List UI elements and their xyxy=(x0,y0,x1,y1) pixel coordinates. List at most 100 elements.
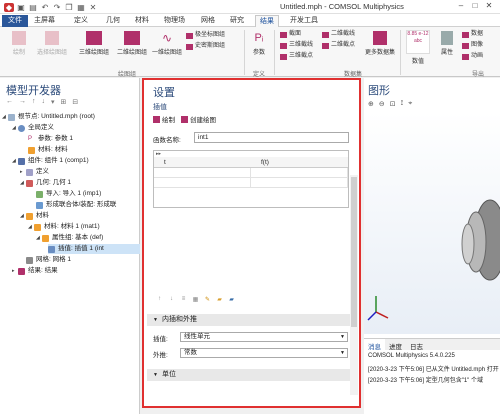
draw-button[interactable]: 绘制 xyxy=(6,31,32,56)
tab-study[interactable]: 研究 xyxy=(226,15,248,27)
forward-icon[interactable]: → xyxy=(19,98,26,108)
tree-node-material-1[interactable]: ◢ 材料: 材料 1 (mat1) xyxy=(28,222,100,232)
tree-node-root[interactable]: ◢ 根节点: Untitled.mph (root) xyxy=(2,112,95,122)
zoom-out-icon[interactable]: ⊖ xyxy=(379,100,385,108)
messages-tab-bar: 消息 进度 日志 xyxy=(364,338,500,351)
export-data-button[interactable]: 数据 xyxy=(462,30,483,39)
tab-developer[interactable]: 开发工具 xyxy=(286,15,322,27)
move-down-icon[interactable]: ↓ xyxy=(167,296,176,304)
smith-plot-group-button[interactable]: 史密斯图组 xyxy=(186,42,225,51)
select-plot-group-button[interactable]: 选择绘图组 xyxy=(34,31,70,56)
cut-point-2d-button[interactable]: 二维截点 xyxy=(322,41,355,50)
save-file-icon[interactable]: ▰ xyxy=(227,296,236,304)
export-image-button[interactable]: 图像 xyxy=(462,41,483,50)
export-animation-button[interactable]: 动画 xyxy=(462,52,483,61)
delete-row-icon[interactable]: ≡ xyxy=(179,296,188,304)
tree-node-property-group[interactable]: ◢ 属性组: 基本 (def) xyxy=(36,233,103,243)
delete-icon[interactable]: ✕ xyxy=(88,3,98,12)
tree-node-mesh[interactable]: 网格: 网格 1 xyxy=(20,255,71,265)
material-icon xyxy=(28,146,35,154)
collapse-all-icon[interactable]: ⊟ xyxy=(72,98,78,108)
zoom-extents-icon[interactable]: ⊡ xyxy=(390,100,396,108)
minimize-icon[interactable]: – xyxy=(454,1,468,10)
tree-node-parameters[interactable]: P 参数: 参数 1 xyxy=(28,134,73,144)
tab-results[interactable]: 结果 xyxy=(255,15,279,27)
scrollbar-thumb[interactable] xyxy=(351,177,357,327)
polar-plot-group-button[interactable]: 极坐标图组 xyxy=(186,31,225,40)
maximize-icon[interactable]: □ xyxy=(468,1,482,10)
parameters-button[interactable]: Pᵢ 参数 xyxy=(248,31,270,56)
divider xyxy=(244,30,245,75)
ribbon: 绘制 选择绘图组 三维绘图组 二维绘图组 ∿ 一维绘图组 极坐标图组 史密斯图组… xyxy=(0,27,500,78)
mesh-icon xyxy=(26,256,33,264)
tab-messages[interactable]: 消息 xyxy=(364,339,385,351)
graphics-canvas[interactable] xyxy=(364,112,500,334)
select-icon[interactable]: ⌖ xyxy=(408,100,412,108)
plot-button[interactable]: 绘制 xyxy=(153,114,175,124)
tree-node-form-union[interactable]: 形成联合体/装配: 形成联 xyxy=(36,200,116,210)
tab-geometry[interactable]: 几何 xyxy=(102,15,124,27)
tab-materials[interactable]: 材料 xyxy=(131,15,153,27)
interpolation-select[interactable]: 线性单元 ▼ xyxy=(180,332,348,342)
plot2d-group-button[interactable]: 二维绘图组 xyxy=(114,31,150,56)
table-header: t f(t) xyxy=(154,157,348,168)
app-icon: ◆ xyxy=(4,2,14,12)
interpolation-table[interactable]: ▸▸ t f(t) xyxy=(153,150,349,208)
close-icon[interactable]: ✕ xyxy=(482,1,496,10)
table-row[interactable] xyxy=(154,178,348,188)
clear-table-icon[interactable]: ▦ xyxy=(191,296,200,304)
move-up-icon[interactable]: ↑ xyxy=(155,296,164,304)
tab-log[interactable]: 日志 xyxy=(406,339,427,351)
cut-line-3d-button[interactable]: 三维截线 xyxy=(280,41,313,50)
plot1d-group-button[interactable]: ∿ 一维绘图组 xyxy=(150,31,184,56)
tab-definitions[interactable]: 定义 xyxy=(70,15,92,27)
section-units[interactable]: ▼ 单位 xyxy=(147,369,352,381)
tree-node-component[interactable]: ◢ 组件: 组件 1 (comp1) xyxy=(12,156,89,166)
save-icon[interactable]: ▤ xyxy=(28,3,38,12)
plot3d-group-button[interactable]: 三维绘图组 xyxy=(76,31,112,56)
settings-scrollbar[interactable] xyxy=(350,175,358,395)
cut-plane-button[interactable]: 截面 xyxy=(280,30,301,39)
create-plot-button[interactable]: 创建绘图 xyxy=(181,114,216,124)
open-icon[interactable]: ▣ xyxy=(16,3,26,12)
chevron-down-icon: ▼ xyxy=(340,350,345,356)
table-row[interactable] xyxy=(154,168,348,178)
redo-icon[interactable]: ↷ xyxy=(52,3,62,12)
extrapolation-select[interactable]: 常数 ▼ xyxy=(180,348,348,358)
tree-node-materials-global[interactable]: 材料: 材料 xyxy=(28,145,68,155)
tab-progress[interactable]: 进度 xyxy=(385,339,406,351)
properties-button[interactable]: 属性 xyxy=(436,31,458,56)
cut-point-3d-button[interactable]: 三维截点 xyxy=(280,52,313,61)
quick-access-toolbar: ◆ ▣ ▤ ↶ ↷ ❐ ▦ ✕ xyxy=(4,2,100,12)
tree-node-interpolation[interactable]: 插值: 插值 1 (int xyxy=(48,244,140,254)
back-icon[interactable]: ← xyxy=(6,98,13,108)
tab-physics[interactable]: 物理场 xyxy=(160,15,189,27)
cut-line-2d-button[interactable]: 二维截线 xyxy=(322,30,355,39)
expand-table-icon[interactable]: ▸▸ xyxy=(156,151,161,157)
numeric-button[interactable]: 8.85 e-12 abc 数值 xyxy=(404,30,432,65)
more-datasets-button[interactable]: 更多数据集 xyxy=(362,31,398,56)
load-file-icon[interactable]: ▰ xyxy=(215,296,224,304)
tree-node-geometry[interactable]: ◢ 几何: 几何 1 xyxy=(20,178,71,188)
tab-home[interactable]: 主屏幕 xyxy=(30,15,59,27)
down-icon[interactable]: ↓ xyxy=(42,98,46,108)
zoom-in-icon[interactable]: ⊕ xyxy=(368,100,374,108)
up-icon[interactable]: ↑ xyxy=(32,98,36,108)
brush-icon[interactable]: ✎ xyxy=(203,296,212,304)
undo-icon[interactable]: ↶ xyxy=(40,3,50,12)
expand-all-icon[interactable]: ⊞ xyxy=(61,98,67,108)
paste-icon[interactable]: ▦ xyxy=(76,3,86,12)
view-icon[interactable]: ⟟ xyxy=(401,100,404,108)
component-icon xyxy=(18,157,25,165)
tree-node-materials[interactable]: ◢ 材料 xyxy=(20,211,49,221)
tab-mesh[interactable]: 网格 xyxy=(197,15,219,27)
section-interpolation-extrapolation[interactable]: ▼ 内插和外推 xyxy=(147,314,352,326)
tree-node-results[interactable]: ▸ 结果: 结果 xyxy=(12,266,58,276)
tab-file[interactable]: 文件 xyxy=(2,15,28,27)
tree-node-import[interactable]: 导入: 导入 1 (imp1) xyxy=(36,189,101,199)
tree-node-global-definitions[interactable]: ◢ 全局定义 xyxy=(12,123,54,133)
show-icon[interactable]: ▾ xyxy=(51,98,55,108)
copy-icon[interactable]: ❐ xyxy=(64,3,74,12)
function-name-input[interactable]: int1 xyxy=(194,132,349,143)
tree-node-definitions[interactable]: ▸ 定义 xyxy=(20,167,49,177)
